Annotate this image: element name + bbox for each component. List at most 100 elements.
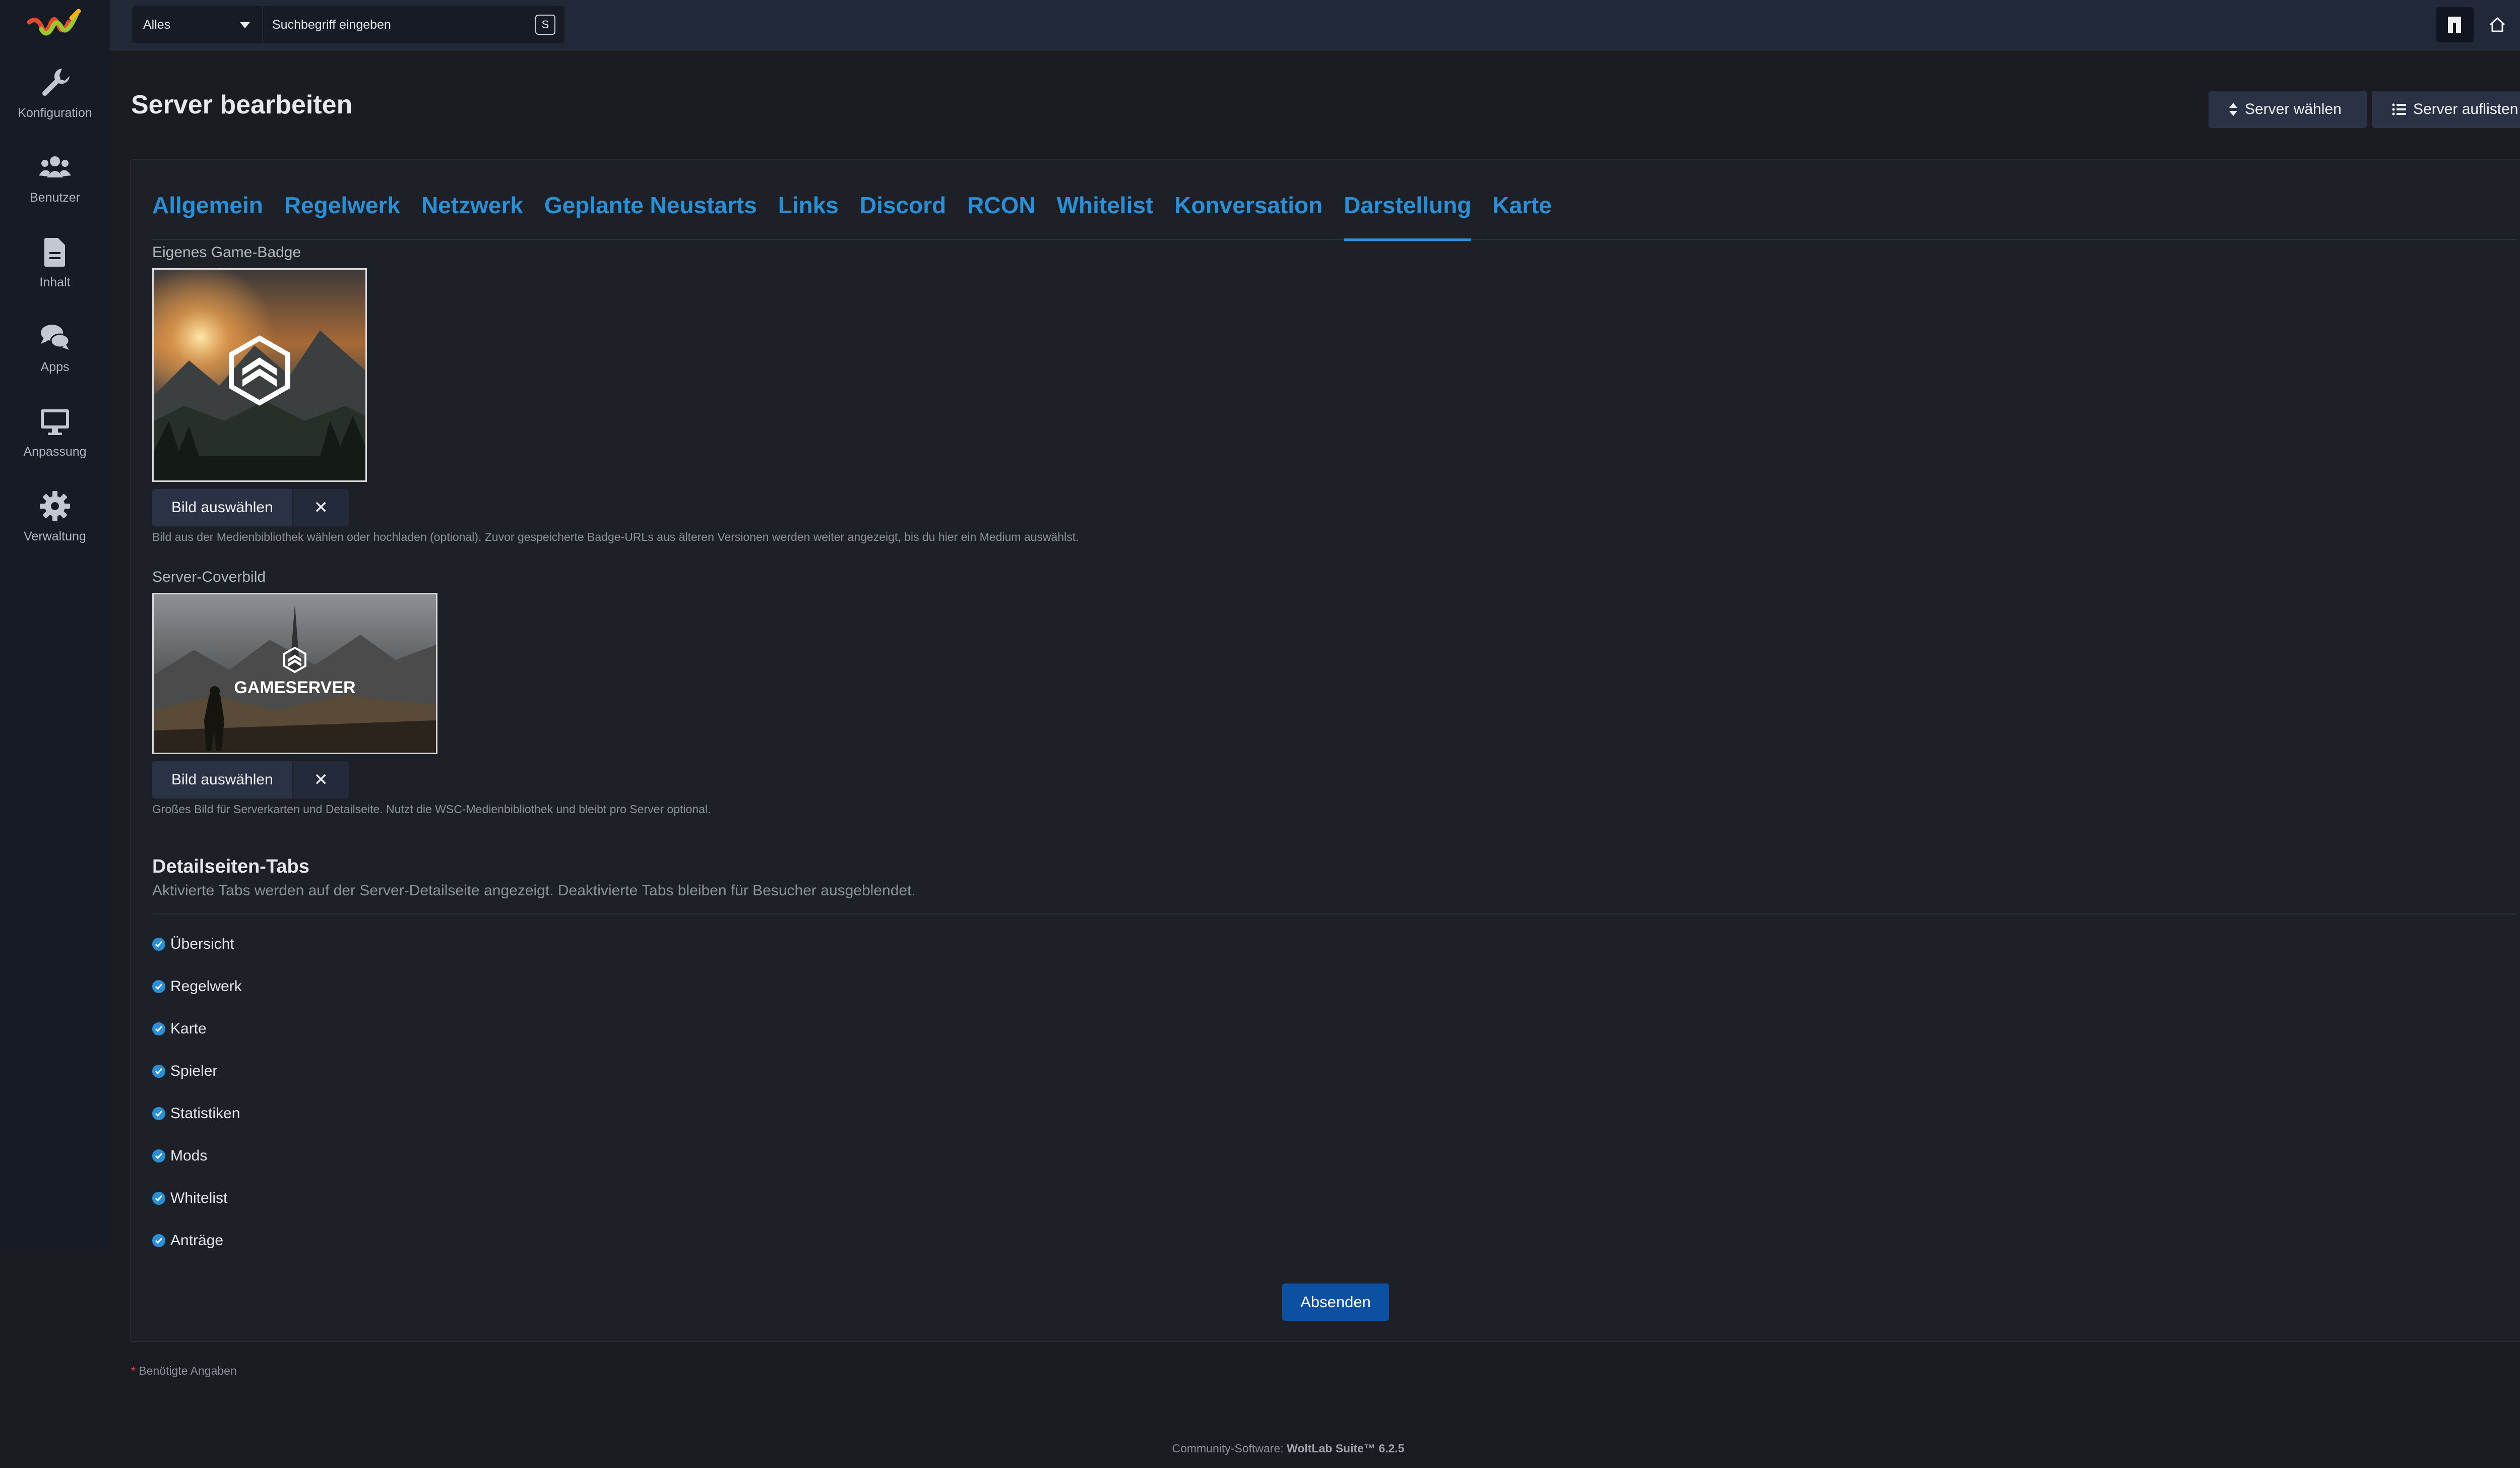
page-title: Server bearbeiten bbox=[131, 90, 353, 119]
check-icon bbox=[155, 1026, 163, 1032]
tab-konversation[interactable]: Konversation bbox=[1174, 187, 1322, 240]
home-icon bbox=[2489, 17, 2505, 32]
detail-tab-checkbox-row[interactable]: Übersicht bbox=[152, 936, 234, 953]
submit-label: Absenden bbox=[1300, 1293, 1371, 1311]
detail-tabs-title: Detailseiten-Tabs bbox=[152, 856, 309, 877]
cover-artwork: GAMESERVER bbox=[154, 594, 436, 753]
badge-artwork bbox=[154, 270, 365, 480]
check-icon bbox=[155, 984, 163, 990]
sidebar-item-label: Inhalt bbox=[39, 275, 71, 289]
tab-regelwerk[interactable]: Regelwerk bbox=[284, 187, 400, 240]
woltlab-logo[interactable] bbox=[26, 7, 84, 43]
checkbox[interactable] bbox=[152, 1065, 165, 1078]
wrench-icon bbox=[42, 69, 70, 96]
cover-clear-button[interactable]: ✕ bbox=[292, 761, 349, 799]
search-shortcut-key: S bbox=[535, 15, 555, 35]
top-bar: Alles S bbox=[110, 0, 2520, 50]
cover-help-text: Großes Bild für Serverkarten und Details… bbox=[152, 803, 711, 816]
tab-karte[interactable]: Karte bbox=[1492, 187, 1552, 240]
section-divider bbox=[152, 913, 2517, 914]
user-menu-button[interactable] bbox=[2436, 7, 2474, 42]
checkbox-label: Spieler bbox=[170, 1063, 218, 1079]
footer-prefix: Community-Software: bbox=[1172, 1442, 1284, 1455]
check-icon bbox=[155, 1153, 163, 1159]
close-icon: ✕ bbox=[313, 498, 329, 517]
close-icon: ✕ bbox=[313, 770, 329, 789]
detail-tab-checkbox-row[interactable]: Anträge bbox=[152, 1232, 223, 1249]
detail-tab-checkbox-row[interactable]: Spieler bbox=[152, 1063, 217, 1080]
tab-allgemein[interactable]: Allgemein bbox=[152, 187, 263, 240]
sidebar-item-anpassung[interactable]: Anpassung bbox=[0, 399, 110, 475]
required-fields-note: * Benötigte Angaben bbox=[131, 1364, 237, 1378]
sidebar-item-label: Konfiguration bbox=[18, 106, 92, 120]
badge-select-image-button[interactable]: Bild auswählen bbox=[152, 489, 292, 526]
sidebar: Konfiguration Benutzer Inhalt Apps Anpas… bbox=[0, 0, 110, 1250]
detail-tab-checkbox-row[interactable]: Statistiken bbox=[152, 1105, 240, 1122]
choose-server-button[interactable]: Server wählen bbox=[2209, 91, 2367, 128]
form-panel: Allgemein Regelwerk Netzwerk Geplante Ne… bbox=[130, 159, 2520, 1342]
tab-geplante-neustarts[interactable]: Geplante Neustarts bbox=[544, 187, 757, 240]
cover-select-image-button[interactable]: Bild auswählen bbox=[152, 761, 292, 799]
badge-field-label: Eigenes Game-Badge bbox=[152, 244, 301, 261]
cover-preview-image: GAMESERVER bbox=[152, 593, 437, 754]
tab-whitelist[interactable]: Whitelist bbox=[1057, 187, 1154, 240]
check-icon bbox=[155, 1068, 163, 1075]
detail-tab-checkbox-row[interactable]: Mods bbox=[152, 1147, 207, 1165]
submit-button[interactable]: Absenden bbox=[1282, 1283, 1389, 1321]
cover-picker-group: Bild auswählen ✕ bbox=[152, 761, 349, 799]
tab-darstellung[interactable]: Darstellung bbox=[1344, 187, 1472, 241]
list-servers-label: Server auflisten bbox=[2413, 101, 2518, 117]
check-icon bbox=[155, 1238, 163, 1244]
sort-icon bbox=[2229, 103, 2237, 116]
badge-picker-group: Bild auswählen ✕ bbox=[152, 489, 349, 526]
detail-tab-checkbox-row[interactable]: Karte bbox=[152, 1020, 207, 1037]
checkbox[interactable] bbox=[152, 1234, 165, 1247]
chevron-down-icon bbox=[240, 22, 250, 28]
required-star: * bbox=[131, 1364, 136, 1377]
monitor-icon bbox=[41, 409, 69, 435]
users-icon bbox=[39, 156, 71, 177]
tab-discord[interactable]: Discord bbox=[860, 187, 946, 240]
search-scope-select[interactable]: Alles bbox=[132, 6, 263, 43]
tab-netzwerk[interactable]: Netzwerk bbox=[421, 187, 523, 240]
required-note-text: Benötigte Angaben bbox=[139, 1364, 237, 1377]
checkbox[interactable] bbox=[152, 1107, 165, 1120]
comments-icon bbox=[41, 325, 70, 350]
tab-bar: Allgemein Regelwerk Netzwerk Geplante Ne… bbox=[152, 187, 2517, 241]
home-button[interactable] bbox=[2479, 7, 2516, 42]
tab-links[interactable]: Links bbox=[778, 187, 839, 240]
gear-icon bbox=[40, 491, 70, 521]
search-bar: Alles S bbox=[132, 6, 564, 43]
cover-image-title: GAMESERVER bbox=[234, 678, 355, 697]
detail-tab-checkbox-row[interactable]: Whitelist bbox=[152, 1190, 227, 1207]
sidebar-item-label: Verwaltung bbox=[24, 529, 86, 543]
checkbox[interactable] bbox=[152, 1192, 165, 1205]
sidebar-item-konfiguration[interactable]: Konfiguration bbox=[0, 60, 110, 136]
tab-rcon[interactable]: RCON bbox=[967, 187, 1035, 240]
checkbox-label: Regelwerk bbox=[170, 978, 242, 995]
checkbox[interactable] bbox=[152, 980, 165, 993]
sidebar-item-verwaltung[interactable]: Verwaltung bbox=[0, 484, 110, 560]
page-footer: Community-Software: WoltLab Suite™ 6.2.5 bbox=[0, 1442, 2520, 1455]
list-servers-button[interactable]: Server auflisten bbox=[2372, 91, 2520, 128]
top-icon-group bbox=[2436, 7, 2520, 42]
checkbox-label: Whitelist bbox=[170, 1190, 228, 1206]
sidebar-item-label: Apps bbox=[40, 360, 70, 374]
detail-tab-checkbox-row[interactable]: Regelwerk bbox=[152, 978, 242, 995]
footer-product: WoltLab Suite™ 6.2.5 bbox=[1287, 1442, 1405, 1455]
checkbox-label: Mods bbox=[170, 1147, 208, 1164]
list-icon bbox=[2392, 103, 2406, 115]
choose-server-label: Server wählen bbox=[2245, 101, 2342, 117]
check-icon bbox=[155, 1195, 163, 1202]
search-scope-label: Alles bbox=[143, 17, 171, 32]
search-input[interactable] bbox=[263, 6, 535, 43]
checkbox[interactable] bbox=[152, 938, 165, 951]
checkbox[interactable] bbox=[152, 1022, 165, 1035]
file-icon bbox=[44, 238, 65, 267]
badge-clear-button[interactable]: ✕ bbox=[292, 489, 349, 526]
checkbox[interactable] bbox=[152, 1149, 165, 1163]
sidebar-item-benutzer[interactable]: Benutzer bbox=[0, 145, 110, 221]
sidebar-item-inhalt[interactable]: Inhalt bbox=[0, 230, 110, 305]
checkbox-label: Anträge bbox=[170, 1232, 224, 1249]
sidebar-item-apps[interactable]: Apps bbox=[0, 315, 110, 390]
